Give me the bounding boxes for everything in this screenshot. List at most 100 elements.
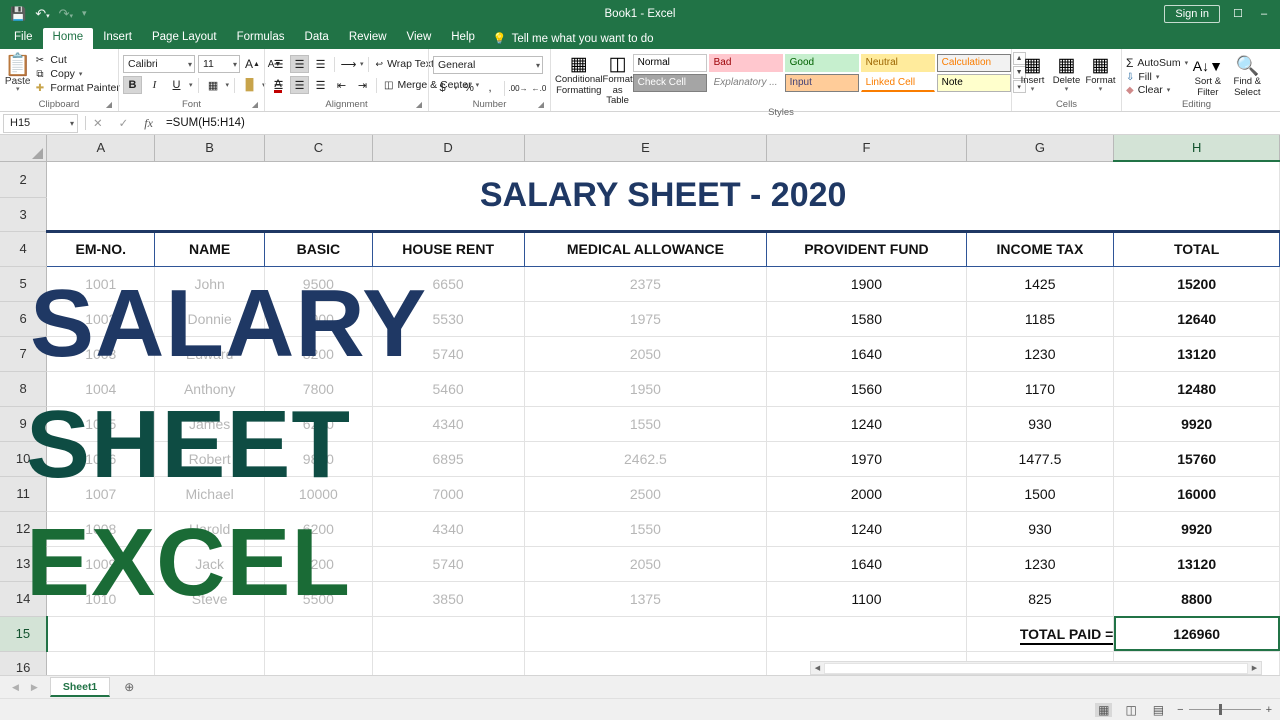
cell-em-no[interactable]: 1008 xyxy=(46,511,156,547)
align-top-icon[interactable]: ☰ xyxy=(269,55,288,73)
cell-provident[interactable]: 1970 xyxy=(766,441,967,477)
increase-decimal-icon[interactable]: .00→ xyxy=(508,79,527,97)
cell-style-explanatory[interactable]: Explanatory ... xyxy=(708,74,783,92)
select-all-corner[interactable] xyxy=(0,135,48,162)
cell-basic[interactable]: 9500 xyxy=(264,266,373,302)
cell-name[interactable]: Edward xyxy=(154,336,266,372)
enter-checkmark-icon[interactable]: ✓ xyxy=(119,116,129,130)
zoom-handle[interactable] xyxy=(1218,704,1222,715)
orientation-icon[interactable]: ⟶ xyxy=(339,55,358,73)
column-header-f[interactable]: F xyxy=(766,135,967,162)
insert-cells-button[interactable]: ▦ Insert ▾ xyxy=(1016,53,1049,93)
cell-medical[interactable]: 2050 xyxy=(524,336,768,372)
align-center-icon[interactable]: ☰ xyxy=(290,76,309,94)
font-size-combo[interactable]: 11 ▾ xyxy=(198,55,240,73)
cell-total[interactable]: 9920 xyxy=(1113,511,1280,547)
row-header-11[interactable]: 11 xyxy=(0,476,48,512)
clipboard-dialog-launcher-icon[interactable]: ◢ xyxy=(106,99,112,111)
percent-format-button[interactable]: % xyxy=(460,79,479,97)
cell-style-calculation[interactable]: Calculation xyxy=(936,54,1011,72)
cell-name[interactable]: Donnie xyxy=(154,301,266,337)
format-cells-button[interactable]: ▦ Format ▾ xyxy=(1084,53,1117,93)
cell-basic[interactable]: 6200 xyxy=(264,511,373,547)
row-header-13[interactable]: 13 xyxy=(0,546,48,582)
row-header-8[interactable]: 8 xyxy=(0,371,48,407)
clear-button[interactable]: ◆ Clear ▾ xyxy=(1126,84,1188,96)
column-header-h[interactable]: H xyxy=(1113,135,1280,162)
cell-style-bad[interactable]: Bad xyxy=(708,54,783,72)
cell-style-normal[interactable]: Normal xyxy=(632,54,707,72)
cell-em-no[interactable]: 1007 xyxy=(46,476,156,512)
cell-medical[interactable]: 1375 xyxy=(524,581,768,617)
header-house-rent[interactable]: HOUSE RENT xyxy=(372,231,525,267)
column-header-d[interactable]: D xyxy=(372,135,525,162)
cell-house-rent[interactable]: 4340 xyxy=(372,511,525,547)
cell-em-no[interactable]: 1002 xyxy=(46,301,156,337)
cell-basic[interactable]: 8200 xyxy=(264,336,373,372)
cell-income-tax[interactable]: 1500 xyxy=(966,476,1115,512)
cell-basic[interactable]: 5500 xyxy=(264,581,373,617)
cell-total[interactable]: 13120 xyxy=(1113,336,1280,372)
cell-medical[interactable]: 1950 xyxy=(524,371,768,407)
sheet-tab-sheet1[interactable]: Sheet1 xyxy=(49,677,111,697)
cell-empty[interactable] xyxy=(766,616,967,652)
ribbon-display-options-icon[interactable]: ☐ xyxy=(1230,7,1246,20)
undo-icon[interactable]: ↶▾ xyxy=(35,7,49,20)
header-income-tax[interactable]: INCOME TAX xyxy=(966,231,1115,267)
number-dialog-launcher-icon[interactable]: ◢ xyxy=(538,99,544,111)
decrease-decimal-icon[interactable]: ←.0 xyxy=(530,79,549,97)
cell-medical[interactable]: 1550 xyxy=(524,511,768,547)
cell-income-tax[interactable]: 1230 xyxy=(966,336,1115,372)
cell-income-tax[interactable]: 930 xyxy=(966,406,1115,442)
cell-empty[interactable] xyxy=(154,651,266,675)
align-left-icon[interactable]: ☰ xyxy=(269,76,288,94)
font-name-combo[interactable]: Calibri ▾ xyxy=(123,55,195,73)
sheet-title-cell[interactable]: SALARY SHEET - 2020 xyxy=(46,161,1280,233)
cell-empty[interactable] xyxy=(46,651,156,675)
cell-empty[interactable] xyxy=(524,651,768,675)
cell-name[interactable]: Anthony xyxy=(154,371,266,407)
tab-data[interactable]: Data xyxy=(295,28,339,49)
tell-me-search[interactable]: 💡 Tell me what you want to do xyxy=(485,29,662,49)
delete-cells-button[interactable]: ▦ Delete ▾ xyxy=(1050,53,1083,93)
cell-provident[interactable]: 2000 xyxy=(766,476,967,512)
zoom-in-icon[interactable]: + xyxy=(1266,704,1272,716)
row-header-10[interactable]: 10 xyxy=(0,441,48,477)
cell-style-input[interactable]: Input xyxy=(784,74,859,92)
cell-provident[interactable]: 1640 xyxy=(766,546,967,582)
cell-medical[interactable]: 2462.5 xyxy=(524,441,768,477)
cell-provident[interactable]: 1580 xyxy=(766,301,967,337)
cell-empty[interactable] xyxy=(264,651,373,675)
cell-style-good[interactable]: Good xyxy=(784,54,859,72)
column-header-g[interactable]: G xyxy=(966,135,1115,162)
cell-income-tax[interactable]: 1425 xyxy=(966,266,1115,302)
format-painter-button[interactable]: ✚ Format Painter xyxy=(33,82,120,94)
column-header-c[interactable]: C xyxy=(264,135,373,162)
cell-basic[interactable]: 10000 xyxy=(264,476,373,512)
sort-filter-button[interactable]: A↓▼ Sort & Filter xyxy=(1188,54,1227,98)
horizontal-scrollbar[interactable]: ◀ ▶ xyxy=(810,661,1262,675)
previous-sheet-icon[interactable]: ◀ xyxy=(12,682,19,693)
grand-total-value[interactable]: 126960 xyxy=(1113,616,1280,652)
row-header-15[interactable]: 15 xyxy=(0,616,48,652)
sign-in-button[interactable]: Sign in xyxy=(1164,4,1220,23)
cell-income-tax[interactable]: 1477.5 xyxy=(966,441,1115,477)
decrease-indent-icon[interactable]: ⇤ xyxy=(332,76,351,94)
borders-icon[interactable]: ▦ xyxy=(204,76,223,94)
tab-review[interactable]: Review xyxy=(339,28,397,49)
minimize-icon[interactable]: – xyxy=(1256,8,1272,20)
row-header-6[interactable]: 6 xyxy=(0,301,48,337)
tab-help[interactable]: Help xyxy=(441,28,485,49)
zoom-out-icon[interactable]: − xyxy=(1177,704,1183,716)
row-header-7[interactable]: 7 xyxy=(0,336,48,372)
cell-style-note[interactable]: Note xyxy=(936,74,1011,92)
add-sheet-icon[interactable]: ⊕ xyxy=(112,680,146,694)
tab-insert[interactable]: Insert xyxy=(93,28,142,49)
header-em-no[interactable]: EM-NO. xyxy=(46,231,156,267)
cell-income-tax[interactable]: 930 xyxy=(966,511,1115,547)
font-dialog-launcher-icon[interactable]: ◢ xyxy=(252,99,258,111)
cell-style-linked-cell[interactable]: Linked Cell xyxy=(860,74,935,92)
cell-medical[interactable]: 2375 xyxy=(524,266,768,302)
row-header-16[interactable]: 16 xyxy=(0,651,48,675)
comma-format-button[interactable]: , xyxy=(481,79,500,97)
